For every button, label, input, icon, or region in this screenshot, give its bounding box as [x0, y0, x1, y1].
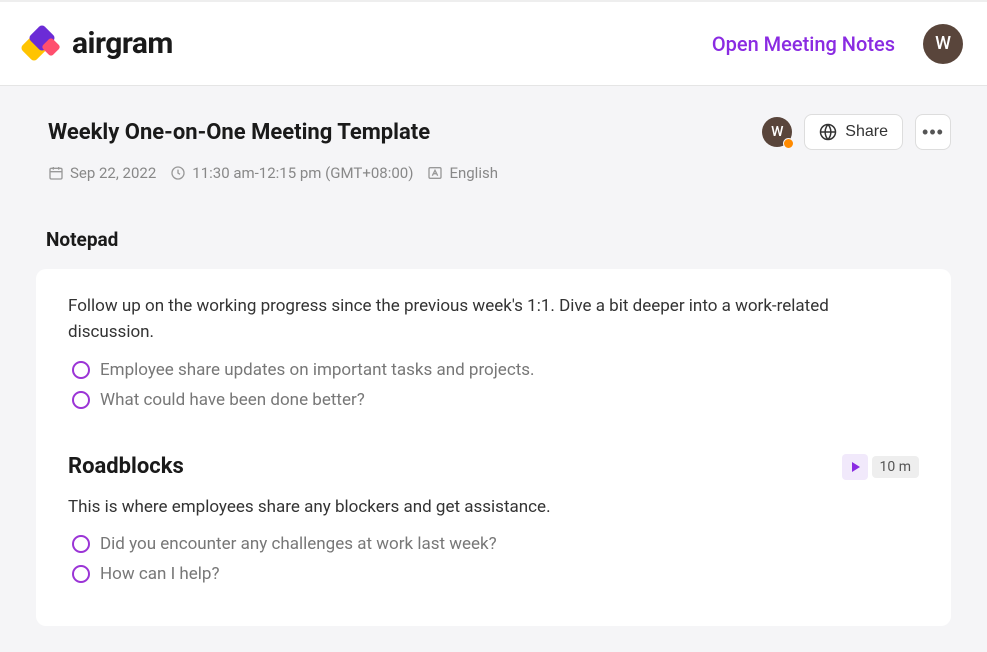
meta-time-text: 11:30 am-12:15 pm (GMT+08:00): [192, 164, 413, 182]
todo-text: What could have been done better?: [100, 390, 365, 410]
circle-icon[interactable]: [72, 391, 90, 409]
notepad-title: Notepad: [46, 228, 951, 251]
todo-text: Employee share updates on important task…: [100, 360, 535, 380]
title-row: Weekly One-on-One Meeting Template W Sha…: [36, 114, 951, 150]
meta-time: 11:30 am-12:15 pm (GMT+08:00): [170, 164, 413, 182]
app-header: airgram Open Meeting Notes W: [0, 0, 987, 86]
subheading-row: Roadblocks 10 m: [68, 454, 919, 480]
content-area: Weekly One-on-One Meeting Template W Sha…: [0, 86, 987, 626]
meta-date-text: Sep 22, 2022: [70, 164, 156, 182]
roadblocks-heading: Roadblocks: [68, 454, 184, 479]
play-button[interactable]: [842, 454, 868, 480]
share-label: Share: [845, 123, 888, 141]
list-item[interactable]: Employee share updates on important task…: [72, 360, 919, 380]
logo-icon: [24, 26, 62, 62]
circle-icon[interactable]: [72, 535, 90, 553]
notepad-intro: Follow up on the working progress since …: [68, 293, 919, 346]
more-button[interactable]: •••: [915, 114, 951, 150]
calendar-icon: [48, 165, 64, 181]
notepad-card: Follow up on the working progress since …: [36, 269, 951, 626]
share-button[interactable]: Share: [804, 114, 903, 150]
meta-date: Sep 22, 2022: [48, 164, 156, 182]
owner-avatar[interactable]: W: [762, 117, 792, 147]
play-icon: [852, 462, 860, 472]
clock-icon: [170, 165, 186, 181]
meta-language: English: [427, 164, 498, 182]
avatar[interactable]: W: [923, 24, 963, 64]
time-badge-group: 10 m: [842, 454, 920, 480]
logo-text: airgram: [72, 26, 173, 61]
list-item[interactable]: Did you encounter any challenges at work…: [72, 534, 919, 554]
open-meeting-notes-link[interactable]: Open Meeting Notes: [712, 32, 895, 56]
list-item[interactable]: How can I help?: [72, 564, 919, 584]
list-item[interactable]: What could have been done better?: [72, 390, 919, 410]
todo-text: How can I help?: [100, 564, 220, 584]
page-title: Weekly One-on-One Meeting Template: [48, 120, 430, 145]
dots-icon: •••: [922, 122, 944, 143]
logo[interactable]: airgram: [24, 26, 173, 62]
todo-text: Did you encounter any challenges at work…: [100, 534, 497, 554]
meta-row: Sep 22, 2022 11:30 am-12:15 pm (GMT+08:0…: [48, 164, 951, 182]
circle-icon[interactable]: [72, 361, 90, 379]
roadblocks-intro: This is where employees share any blocke…: [68, 494, 919, 520]
globe-icon: [819, 123, 837, 141]
duration-badge: 10 m: [872, 456, 920, 478]
language-icon: [427, 165, 443, 181]
title-actions: W Share •••: [762, 114, 951, 150]
meta-language-text: English: [449, 164, 498, 182]
circle-icon[interactable]: [72, 565, 90, 583]
header-right: Open Meeting Notes W: [712, 24, 963, 64]
